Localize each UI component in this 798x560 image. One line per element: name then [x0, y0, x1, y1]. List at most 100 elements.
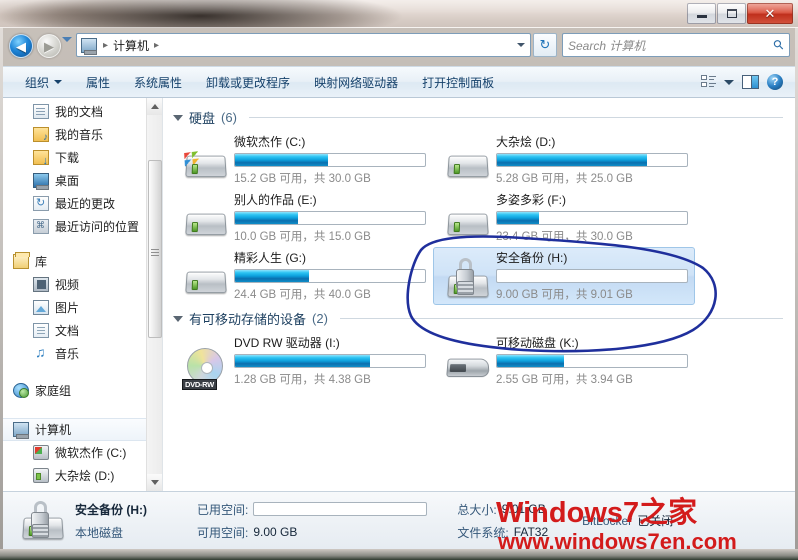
- scroll-up-button[interactable]: [147, 98, 162, 115]
- homegroup-icon: [13, 383, 29, 398]
- collapse-triangle-icon[interactable]: [173, 114, 183, 121]
- drive-info: 多姿多彩 (F:) 23.4 GB 可用，共 30.0 GB: [494, 193, 692, 244]
- sidebar-item-drive-c[interactable]: 微软杰作 (C:): [3, 441, 162, 464]
- scrollbar-thumb[interactable]: [148, 160, 162, 338]
- drive-capacity-text: 23.4 GB 可用，共 30.0 GB: [496, 231, 633, 243]
- toolbar-organize-button[interactable]: 组织: [13, 69, 74, 96]
- maximize-button[interactable]: [717, 3, 746, 24]
- address-bar[interactable]: ▸ 计算机 ▸: [76, 33, 531, 57]
- sidebar-item-documents[interactable]: 文档: [3, 319, 162, 342]
- toolbar-uninstall-button[interactable]: 卸载或更改程序: [194, 69, 302, 96]
- computer-icon: [13, 422, 29, 439]
- hdd-windows-icon: [180, 141, 232, 189]
- collapse-triangle-icon[interactable]: [173, 315, 183, 322]
- toolbar-control-panel-button[interactable]: 打开控制面板: [410, 69, 506, 96]
- drive-tile-f[interactable]: 多姿多彩 (F:) 23.4 GB 可用，共 30.0 GB: [433, 189, 695, 247]
- drive-capacity-text: 10.0 GB 可用，共 15.0 GB: [234, 231, 371, 243]
- sidebar-item-recent-changes[interactable]: 最近的更改: [3, 192, 162, 215]
- hdd-icon: [442, 141, 494, 189]
- address-dropdown-button[interactable]: [514, 43, 528, 47]
- details-bitlocker-value: 已关闭: [637, 514, 674, 528]
- drive-info: DVD RW 驱动器 (I:) 1.28 GB 可用，共 4.38 GB: [232, 336, 430, 387]
- details-free-label: 可用空间:: [197, 525, 249, 540]
- capacity-fill: [497, 212, 539, 224]
- drive-tile-k[interactable]: 可移动磁盘 (K:) 2.55 GB 可用，共 3.94 GB: [433, 332, 695, 390]
- breadcrumb-computer[interactable]: 计算机: [111, 37, 151, 54]
- sidebar-label: 大杂烩 (D:): [55, 469, 115, 483]
- sidebar-label: 桌面: [55, 174, 80, 188]
- drive-info: 精彩人生 (G:) 24.4 GB 可用，共 40.0 GB: [232, 251, 430, 302]
- drive-info: 安全备份 (H:) 9.00 GB 可用，共 9.01 GB: [494, 251, 692, 302]
- back-button[interactable]: ◀: [9, 34, 33, 58]
- file-list-pane[interactable]: 硬盘 (6) 微软杰作 (C:) 15.2 GB 可用，共 30.0 GB 大杂…: [163, 98, 795, 491]
- group-name: 硬盘: [189, 111, 216, 126]
- documents-icon: [33, 104, 49, 119]
- sidebar-item-homegroup[interactable]: 家庭组: [3, 379, 162, 402]
- drive-tile-h[interactable]: 安全备份 (H:) 9.00 GB 可用，共 9.01 GB: [433, 247, 695, 305]
- drive-tile-e[interactable]: 别人的作品 (E:) 10.0 GB 可用，共 15.0 GB: [171, 189, 433, 247]
- sidebar-item-videos[interactable]: 视频: [3, 273, 162, 296]
- drive-info: 可移动磁盘 (K:) 2.55 GB 可用，共 3.94 GB: [494, 336, 692, 387]
- details-total-label: 总大小:: [457, 502, 497, 517]
- documents-library-icon: [33, 323, 49, 338]
- capacity-fill: [497, 355, 564, 367]
- drive-tile-d[interactable]: 大杂烩 (D:) 5.28 GB 可用，共 25.0 GB: [433, 131, 695, 189]
- sidebar-item-drive-d[interactable]: 大杂烩 (D:): [3, 464, 162, 487]
- preview-pane-icon[interactable]: [742, 75, 759, 89]
- capacity-fill: [235, 270, 310, 282]
- hdd-locked-icon: [15, 497, 71, 545]
- details-used-label: 已用空间:: [197, 502, 249, 517]
- scroll-down-button[interactable]: [147, 474, 162, 491]
- sidebar-label: 音乐: [55, 347, 80, 361]
- music-note-icon: [33, 344, 49, 361]
- group-divider: [248, 117, 783, 118]
- sidebar-item-music[interactable]: 音乐: [3, 342, 162, 365]
- toolbar-properties-button[interactable]: 属性: [74, 69, 122, 96]
- drive-capacity-text: 24.4 GB 可用，共 40.0 GB: [234, 289, 371, 301]
- breadcrumb-separator-2[interactable]: ▸: [151, 40, 162, 51]
- group-count: (2): [312, 311, 328, 326]
- history-dropdown-button[interactable]: [62, 37, 72, 59]
- removable-tiles: DVD-RW DVD RW 驱动器 (I:) 1.28 GB 可用，共 4.38…: [171, 330, 795, 390]
- sidebar-label: 最近访问的位置: [55, 220, 140, 234]
- sidebar-label: 图片: [55, 301, 80, 315]
- details-fs-label: 文件系统:: [457, 525, 509, 540]
- search-box[interactable]: Search 计算机 ⚲: [562, 33, 790, 57]
- sidebar-label: 最近的更改: [55, 197, 116, 211]
- toolbar-map-drive-button[interactable]: 映射网络驱动器: [302, 69, 410, 96]
- drive-tile-i[interactable]: DVD-RW DVD RW 驱动器 (I:) 1.28 GB 可用，共 4.38…: [171, 332, 433, 390]
- sidebar-item-downloads[interactable]: 下载: [3, 146, 162, 169]
- sidebar-item-desktop[interactable]: 桌面: [3, 169, 162, 192]
- details-total-row: 总大小: 9.01 GB: [457, 501, 548, 518]
- sidebar-item-pictures[interactable]: 图片: [3, 296, 162, 319]
- minimize-button[interactable]: [687, 3, 716, 24]
- breadcrumb-separator: ▸: [103, 39, 109, 51]
- hdd-icon: [180, 257, 232, 305]
- views-chevron-down-icon[interactable]: [724, 79, 734, 85]
- group-header-hard-disks[interactable]: 硬盘 (6): [171, 106, 795, 129]
- sidebar-item-my-music[interactable]: 我的音乐: [3, 123, 162, 146]
- toolbar-system-properties-button[interactable]: 系统属性: [122, 69, 194, 96]
- drive-capacity-text: 15.2 GB 可用，共 30.0 GB: [234, 173, 371, 185]
- sidebar-item-recent-places[interactable]: 最近访问的位置: [3, 215, 162, 238]
- group-header-removable[interactable]: 有可移动存储的设备 (2): [171, 307, 795, 330]
- help-icon[interactable]: ?: [767, 74, 783, 90]
- capacity-bar: [234, 211, 426, 225]
- drive-tile-c[interactable]: 微软杰作 (C:) 15.2 GB 可用，共 30.0 GB: [171, 131, 433, 189]
- close-button[interactable]: ✕: [747, 3, 793, 24]
- sidebar-item-libraries[interactable]: 库: [3, 250, 162, 273]
- sidebar-item-my-documents[interactable]: 我的文档: [3, 100, 162, 123]
- drive-name: 精彩人生 (G:): [234, 251, 306, 265]
- details-free-row: 可用空间: 9.00 GB: [197, 524, 427, 541]
- drive-tile-g[interactable]: 精彩人生 (G:) 24.4 GB 可用，共 40.0 GB: [171, 247, 433, 305]
- sidebar-item-computer[interactable]: 计算机: [3, 418, 162, 441]
- sidebar-label: 我的文档: [55, 105, 104, 119]
- navigation-scrollbar[interactable]: [146, 98, 162, 491]
- views-icon[interactable]: [701, 75, 716, 89]
- forward-button[interactable]: ▶: [37, 34, 61, 58]
- forward-arrow-icon: ▶: [44, 38, 54, 54]
- scrollbar-grip-icon: [151, 248, 159, 250]
- drive-capacity-text: 9.00 GB 可用，共 9.01 GB: [496, 289, 633, 301]
- refresh-button[interactable]: ↻: [533, 33, 557, 57]
